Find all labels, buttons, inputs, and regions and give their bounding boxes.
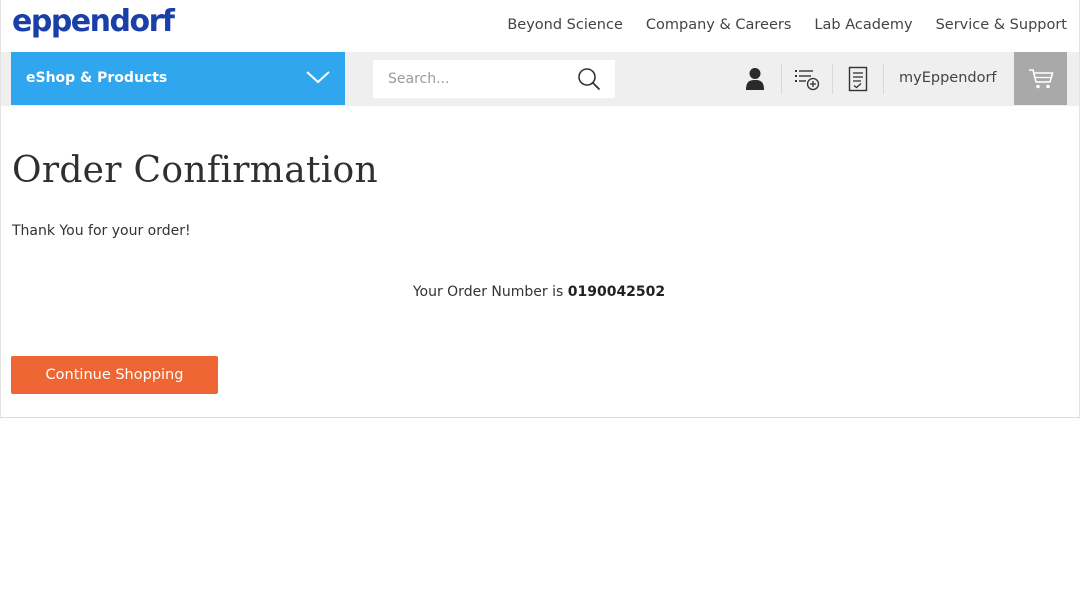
order-number-line: Your Order Number is 0190042502 xyxy=(0,284,1078,300)
cart-icon xyxy=(1028,68,1054,88)
document-icon xyxy=(848,66,868,91)
chevron-down-icon xyxy=(306,71,330,84)
order-list-button[interactable] xyxy=(833,52,883,105)
nav-service-support[interactable]: Service & Support xyxy=(936,17,1067,33)
eshop-products-menu[interactable]: eShop & Products xyxy=(11,52,345,105)
thank-you-message: Thank You for your order! xyxy=(12,223,191,239)
nav-lab-academy[interactable]: Lab Academy xyxy=(814,17,912,33)
user-button[interactable] xyxy=(730,52,780,105)
top-navigation: Beyond Science Company & Careers Lab Aca… xyxy=(507,17,1067,33)
search-box xyxy=(373,60,615,98)
search-input[interactable] xyxy=(373,60,568,98)
eppendorf-logo[interactable]: eppendorf xyxy=(12,4,175,39)
continue-shopping-button[interactable]: Continue Shopping xyxy=(11,356,218,394)
search-icon[interactable] xyxy=(577,67,601,91)
order-number: 0190042502 xyxy=(567,284,666,300)
nav-beyond-science[interactable]: Beyond Science xyxy=(507,17,623,33)
list-add-icon xyxy=(795,69,820,90)
my-eppendorf-link[interactable]: myEppendorf xyxy=(899,70,997,86)
page-title: Order Confirmation xyxy=(12,150,379,191)
quick-order-button[interactable] xyxy=(782,52,832,105)
user-icon xyxy=(746,67,764,90)
cart-button[interactable] xyxy=(1014,52,1067,105)
eshop-label: eShop & Products xyxy=(26,70,168,86)
order-number-prefix: Your Order Number is xyxy=(412,284,564,300)
top-bar: eppendorf Beyond Science Company & Caree… xyxy=(0,0,1080,52)
nav-company-careers[interactable]: Company & Careers xyxy=(646,17,792,33)
separator xyxy=(883,64,884,94)
main-navbar: eShop & Products Search... myEppendorf xyxy=(1,52,1079,106)
